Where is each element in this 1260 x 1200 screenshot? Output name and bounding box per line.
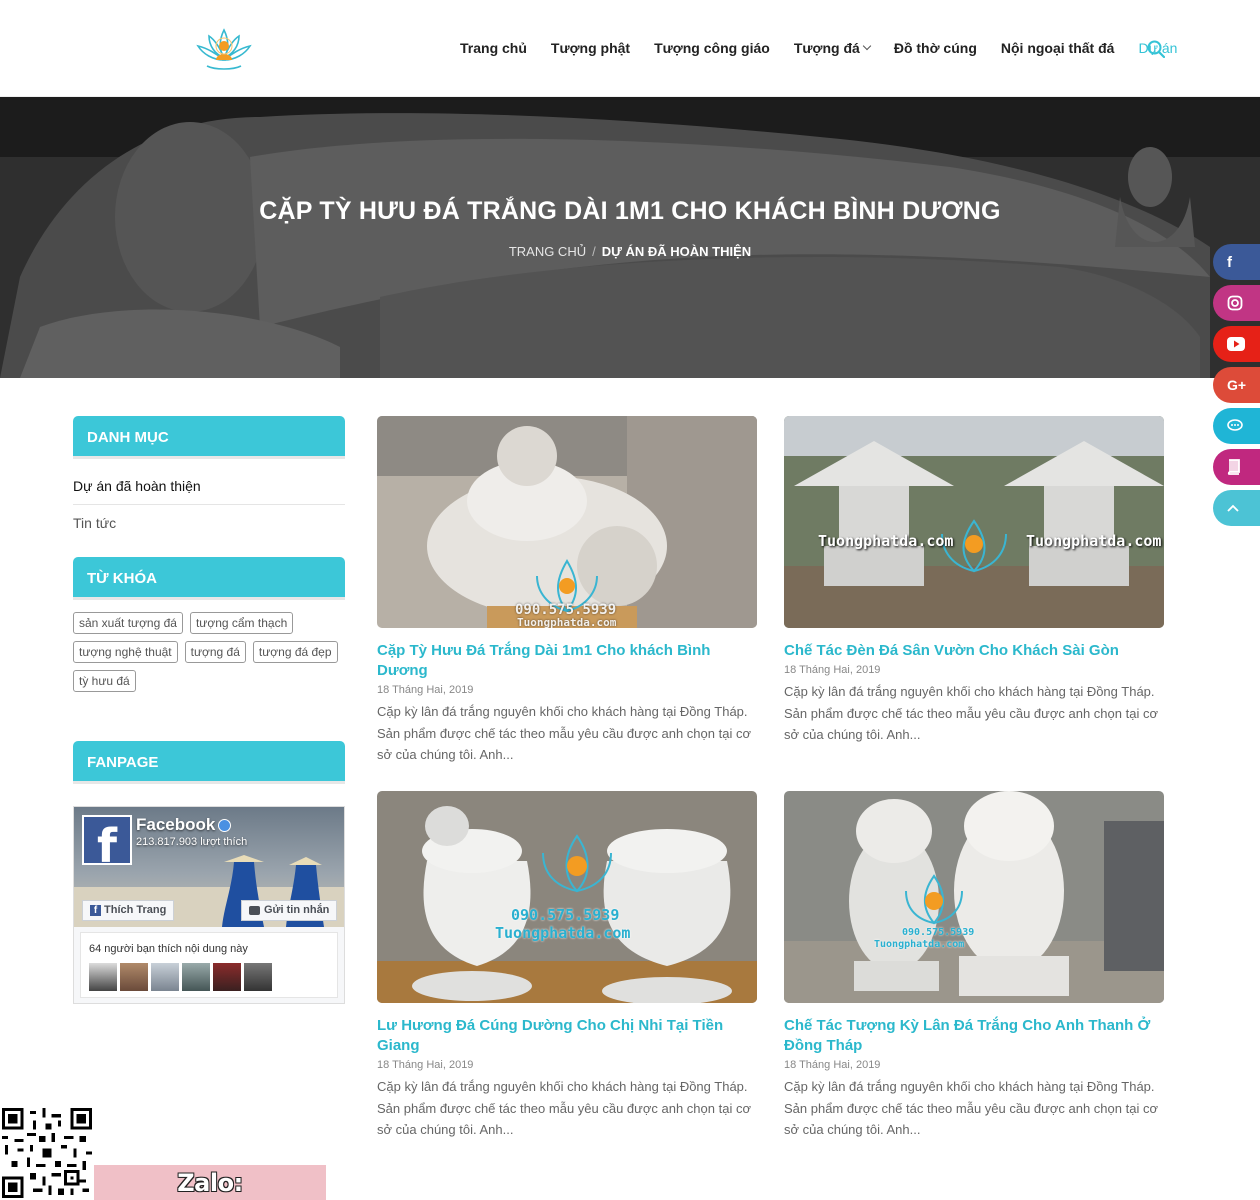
facebook-small-icon: f xyxy=(90,904,101,916)
send-message-button[interactable]: Gửi tin nhắn xyxy=(241,900,338,921)
breadcrumb-home-link[interactable]: TRANG CHỦ xyxy=(509,244,586,259)
nav-label: Tượng phật xyxy=(550,40,631,56)
post-excerpt: Cặp kỳ lân đá trắng nguyên khối cho khác… xyxy=(784,684,1158,742)
post-title[interactable]: Chế Tác Tượng Kỳ Lân Đá Trắng Cho Anh Th… xyxy=(784,1016,1164,1056)
post-date: 18 Tháng Hai, 2019 xyxy=(784,664,881,676)
youtube-icon[interactable] xyxy=(1213,326,1260,362)
watermark-site: Tuongphatda.com xyxy=(818,532,954,550)
post-thumbnail[interactable]: 090.575.5939 Tuongphatda.com xyxy=(377,791,757,1003)
page-title: CẶP TỲ HƯU ĐÁ TRẮNG DÀI 1M1 CHO KHÁCH BÌ… xyxy=(259,197,1001,225)
main-nav: Trang chủ Tượng phật Tượng công giáo Tượ… xyxy=(460,40,1201,56)
post-title[interactable]: Cặp Tỳ Hưu Đá Trắng Dài 1m1 Cho khách Bì… xyxy=(377,641,757,681)
fanpage-widget-title: FANPAGE xyxy=(73,741,345,784)
category-widget-title: DANH MỤC xyxy=(73,416,345,459)
tag-link[interactable]: tượng đá xyxy=(184,641,246,663)
facebook-icon[interactable]: f xyxy=(1213,244,1260,280)
avatar[interactable] xyxy=(213,963,241,991)
nav-label: Tượng đá xyxy=(793,40,860,56)
category-item-news[interactable]: Tin tức xyxy=(73,505,345,541)
post-date: 18 Tháng Hai, 2019 xyxy=(377,684,474,696)
post-thumbnail[interactable]: Tuongphatda.com Tuongphatda.com xyxy=(784,416,1164,628)
page-banner: CẶP TỲ HƯU ĐÁ TRẮNG DÀI 1M1 CHO KHÁCH BÌ… xyxy=(0,97,1260,378)
nav-item-interior-exterior[interactable]: Nội ngoại thất đá xyxy=(1001,40,1115,56)
reclining-buddha-image xyxy=(0,97,1260,378)
watermark-site: Tuongphatda.com xyxy=(517,616,617,628)
message-icon xyxy=(249,905,260,915)
post-card: 090.575.5939 Tuongphatda.com Lư Hương Đá… xyxy=(377,791,757,1141)
watermark-site: Tuongphatda.com xyxy=(495,924,631,942)
nav-item-catholic-statues[interactable]: Tượng công giáo xyxy=(654,40,770,56)
watermark-phone: 090.575.5939 xyxy=(511,906,620,924)
tag-link[interactable]: tượng cẩm thạch xyxy=(189,612,294,634)
tag-link[interactable]: tượng đá đẹp xyxy=(252,641,338,663)
post-card: Tuongphatda.com Tuongphatda.com Chế Tác … xyxy=(784,416,1164,746)
nav-item-home[interactable]: Trang chủ xyxy=(460,40,527,56)
watermark-phone: 090.575.5939 xyxy=(902,927,975,938)
fanpage-likes: 213.817.903 lượt thích xyxy=(136,836,248,848)
search-icon[interactable] xyxy=(1147,40,1165,58)
instagram-icon[interactable] xyxy=(1213,285,1260,321)
category-item-completed-projects[interactable]: Dự án đã hoàn thiện xyxy=(73,471,345,505)
nav-item-buddha-statues[interactable]: Tượng phật xyxy=(551,40,630,56)
qr-code-icon[interactable] xyxy=(2,1108,92,1198)
post-excerpt: Cặp kỳ lân đá trắng nguyên khối cho khác… xyxy=(784,1079,1158,1137)
nav-item-stone-statues[interactable]: Tượng đá xyxy=(793,40,872,56)
nav-label: Tượng công giáo xyxy=(654,40,770,56)
friend-avatars xyxy=(89,963,275,991)
breadcrumb-current[interactable]: DỰ ÁN ĐÃ HOÀN THIỆN xyxy=(602,244,751,259)
nav-label: Trang chủ xyxy=(460,40,527,56)
avatar[interactable] xyxy=(120,963,148,991)
nav-label: Nội ngoại thất đá xyxy=(1000,40,1115,56)
lotus-logo[interactable] xyxy=(195,24,253,74)
chat-icon[interactable] xyxy=(1213,408,1260,444)
fanpage-name-text: Facebook xyxy=(136,815,216,834)
verified-badge-icon xyxy=(218,819,232,833)
facebook-page-plugin[interactable]: f Facebook 213.817.903 lượt thích f Thích… xyxy=(73,806,345,1004)
post-excerpt: Cặp kỳ lân đá trắng nguyên khối cho khác… xyxy=(377,704,751,762)
nav-label: Đồ thờ cúng xyxy=(893,40,977,56)
facebook-cover-image: f Facebook 213.817.903 lượt thích f Thích… xyxy=(74,807,344,927)
facebook-friends-panel: 64 người bạn thích nội dung này xyxy=(80,932,338,998)
category-list: Dự án đã hoàn thiện Tin tức xyxy=(73,471,345,541)
facebook-logo-icon: f xyxy=(82,815,132,873)
watermark-site: Tuongphatda.com xyxy=(1026,532,1162,550)
tag-link[interactable]: tỳ hưu đá xyxy=(73,670,136,692)
fanpage-name[interactable]: Facebook xyxy=(136,815,232,835)
social-sidebar: f G+ xyxy=(1213,244,1260,531)
sidebar: DANH MỤC Dự án đã hoàn thiện Tin tức TỪ … xyxy=(73,416,345,784)
chevron-down-icon xyxy=(862,41,872,51)
avatar[interactable] xyxy=(151,963,179,991)
site-header: Trang chủ Tượng phật Tượng công giáo Tượ… xyxy=(0,0,1260,97)
like-page-label: Thích Trang xyxy=(104,904,167,916)
breadcrumb-separator: / xyxy=(592,244,596,259)
post-excerpt: Cặp kỳ lân đá trắng nguyên khối cho khác… xyxy=(377,1079,751,1137)
friends-like-text: 64 người bạn thích nội dung này xyxy=(89,943,248,955)
post-date: 18 Tháng Hai, 2019 xyxy=(784,1059,881,1071)
scroll-top-icon[interactable] xyxy=(1213,490,1260,526)
like-page-button[interactable]: f Thích Trang xyxy=(82,900,175,921)
tag-cloud: sản xuất tượng đá tượng cẩm thạch tượng … xyxy=(73,612,345,699)
avatar[interactable] xyxy=(244,963,272,991)
post-card: 090.575.5939 Tuongphatda.com Cặp Tỳ Hưu … xyxy=(377,416,757,766)
tags-widget-title: TỪ KHÓA xyxy=(73,557,345,600)
post-thumbnail[interactable]: 090.575.5939 Tuongphatda.com xyxy=(377,416,757,628)
tag-link[interactable]: tượng nghệ thuật xyxy=(73,641,178,663)
avatar[interactable] xyxy=(182,963,210,991)
post-card: 090.575.5939 Tuongphatda.com Chế Tác Tượ… xyxy=(784,791,1164,1141)
post-date: 18 Tháng Hai, 2019 xyxy=(377,1059,474,1071)
google-plus-icon[interactable]: G+ xyxy=(1213,367,1260,403)
post-thumbnail[interactable]: 090.575.5939 Tuongphatda.com xyxy=(784,791,1164,1003)
post-title[interactable]: Lư Hương Đá Cúng Dường Cho Chị Nhi Tại T… xyxy=(377,1016,757,1056)
book-icon[interactable] xyxy=(1213,449,1260,485)
post-title[interactable]: Chế Tác Đèn Đá Sân Vườn Cho Khách Sài Gò… xyxy=(784,641,1164,661)
avatar[interactable] xyxy=(89,963,117,991)
nav-item-worship-items[interactable]: Đồ thờ cúng xyxy=(894,40,977,56)
zalo-contact-button[interactable]: Zalo: 0987.342.124 xyxy=(94,1165,326,1200)
tag-link[interactable]: sản xuất tượng đá xyxy=(73,612,183,634)
send-message-label: Gửi tin nhắn xyxy=(264,904,330,916)
watermark-site: Tuongphatda.com xyxy=(874,939,965,950)
breadcrumb: TRANG CHỦ / DỰ ÁN ĐÃ HOÀN THIỆN xyxy=(0,244,1260,259)
